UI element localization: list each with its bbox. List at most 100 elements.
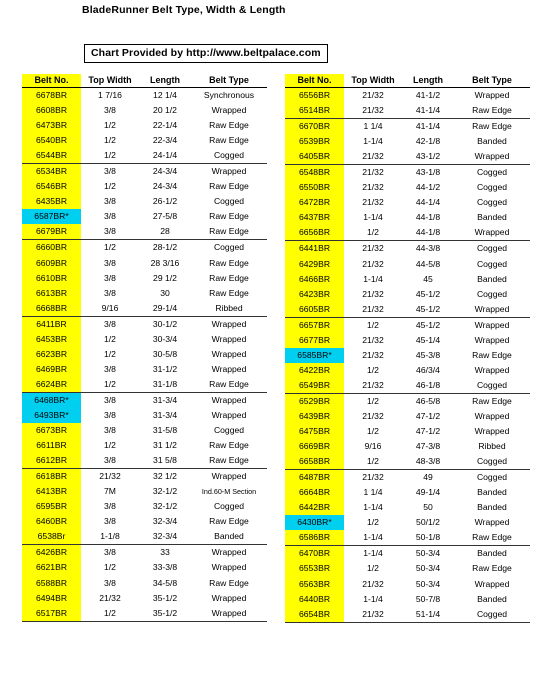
cell-belt-type: Wrapped [211,394,247,405]
cell-belt-type: Raw Edge [472,121,512,132]
table-row: 6546BR 1/2 24-3/4 Raw Edge [22,179,267,195]
table-row: 6540BR 1/2 22-3/4 Raw Edge [22,133,267,149]
cell-top-width: 3/8 [104,318,116,329]
cell-belt-type: Wrapped [454,149,530,166]
table-row: 6514BR 21/32 41-1/4 Raw Edge [285,103,530,120]
table-row: 6437BR 1-1/4 44-1/8 Banded [285,210,530,226]
cell-top-width: 3/8 [104,501,116,512]
column-header-length: Length [139,74,191,88]
cell-belt-no: 6423BR [285,286,344,302]
cell-top-width: 21/32 [362,182,384,193]
cell-length: 50-3/4 [415,563,441,574]
cell-belt-no: 6544BR [22,148,81,165]
cell-belt-no: 6442BR [285,500,344,516]
cell-top-width: 1/2 [104,181,116,192]
cell-length: 31-1/8 [139,376,191,393]
cell-belt-type: Cogged [213,242,245,253]
cell-length: 49 [423,472,433,483]
cell-belt-no: 6487BR [285,469,344,486]
cell-belt-no: 6405BR [285,149,344,166]
cell-length: 41-1/2 [415,90,441,100]
belt-table-left-wrap: Belt No. Top Width Length Belt Type 6678… [22,74,267,623]
cell-length: 26-1/2 [152,196,178,207]
column-header-belt-no: Belt No. [22,74,81,88]
cell-top-width: 3/8 [104,425,116,436]
cell-top-width: 3/8 [81,453,139,470]
cell-length: 30-1/2 [152,318,178,329]
cell-top-width: 1/2 [344,454,402,471]
table-row: 6440BR 1-1/4 50-7/8 Banded [285,591,530,607]
cell-belt-type: Cogged [454,606,530,623]
cell-belt-no: 6660BR [22,239,81,256]
table-row: 6670BR 1 1/4 41-1/4 Raw Edge [285,118,530,135]
table-row: 6587BR* 3/8 27-5/8 Raw Edge [22,209,267,225]
cell-belt-type: Raw Edge [191,224,267,241]
table-row: 6553BR 1/2 50-3/4 Raw Edge [285,561,530,577]
cell-belt-no: 6587BR* [22,209,81,225]
cell-belt-type: Cogged [476,167,508,178]
cell-length: 33-3/8 [152,562,178,573]
cell-belt-no: 6621BR [22,560,81,576]
cell-length: 22-3/4 [152,135,178,146]
table-row: 6550BR 21/32 44-1/2 Cogged [285,180,530,196]
table-row: 6608BR 3/8 20 1/2 Wrapped [22,103,267,119]
table-row: 6423BR 21/32 45-1/2 Cogged [285,286,530,302]
cell-belt-no: 6494BR [22,590,81,606]
cell-belt-type: Wrapped [474,364,510,375]
cell-length: 31-1/2 [152,363,178,374]
cell-belt-type: Raw Edge [209,120,249,131]
cell-top-width: 1-1/8 [81,529,139,546]
cell-belt-no: 6595BR [22,499,81,515]
table-row: 6611BR 1/2 31 1/2 Raw Edge [22,438,267,454]
cell-belt-type: Wrapped [191,605,267,622]
cell-top-width: 21/32 [362,349,384,360]
cell-top-width: 21/32 [99,592,121,603]
cell-top-width: 21/32 [362,334,384,345]
cell-belt-no: 6435BR [22,194,81,210]
table-row: 6656BR 1/2 44-1/8 Wrapped [285,225,530,242]
table-row: 6487BR 21/32 49 Cogged [285,469,530,486]
cell-top-width: 1-1/4 [363,502,383,513]
table-row: 6517BR 1/2 35-1/2 Wrapped [22,605,267,622]
cell-belt-type: Raw Edge [209,257,249,268]
cell-belt-no: 6670BR [285,118,344,135]
cell-length: 20 1/2 [153,105,177,116]
cell-belt-no: 6411BR [22,316,81,332]
table-row: 6624BR 1/2 31-1/8 Raw Edge [22,376,267,393]
cell-top-width: 3/8 [104,272,116,283]
cell-belt-no: 6468BR* [22,392,81,408]
cell-top-width: 1/2 [81,148,139,165]
column-header-length: Length [402,74,454,88]
cell-belt-type: Banded [477,548,507,559]
cell-length: 45-1/2 [415,288,441,299]
cell-length: 31-3/4 [152,409,178,420]
cell-top-width: 21/32 [99,471,121,482]
cell-top-width: 1-1/4 [363,273,383,284]
table-row: 6470BR 1-1/4 50-3/4 Banded [285,545,530,562]
cell-belt-no: 6673BR [22,423,81,439]
cell-top-width: 21/32 [344,149,402,166]
cell-belt-no: 6470BR [285,545,344,562]
cell-top-width: 3/8 [104,547,116,558]
cell-belt-type: Wrapped [211,348,247,359]
cell-belt-no: 6548BR [285,164,344,181]
cell-top-width: 1/2 [104,242,116,253]
cell-belt-no: 6611BR [22,438,81,454]
cell-top-width: 1 1/4 [363,121,383,132]
cell-length: 44-5/8 [415,258,441,269]
cell-length: 31 5/8 [139,453,191,470]
cell-length: 30-3/4 [152,333,178,344]
cell-belt-type: Wrapped [211,318,247,329]
cell-belt-type: Raw Edge [472,395,512,406]
cell-belt-no: 6609BR [22,255,81,271]
column-header-belt-no: Belt No. [285,74,344,88]
cell-length: 33 [160,547,170,558]
cell-top-width: 21/32 [344,606,402,623]
belt-table-right-body: 6556BR 21/32 41-1/2 Wrapped 6514BR 21/32 41-1/… [285,87,530,623]
cell-belt-no: 6539BR [285,134,344,150]
cell-top-width: 1/2 [367,395,379,406]
table-row: 6669BR 9/16 47-3/8 Ribbed [285,439,530,455]
cell-belt-type: Wrapped [474,578,510,589]
table-row: 6466BR 1-1/4 45 Banded [285,271,530,287]
cell-length: 28 [139,224,191,241]
